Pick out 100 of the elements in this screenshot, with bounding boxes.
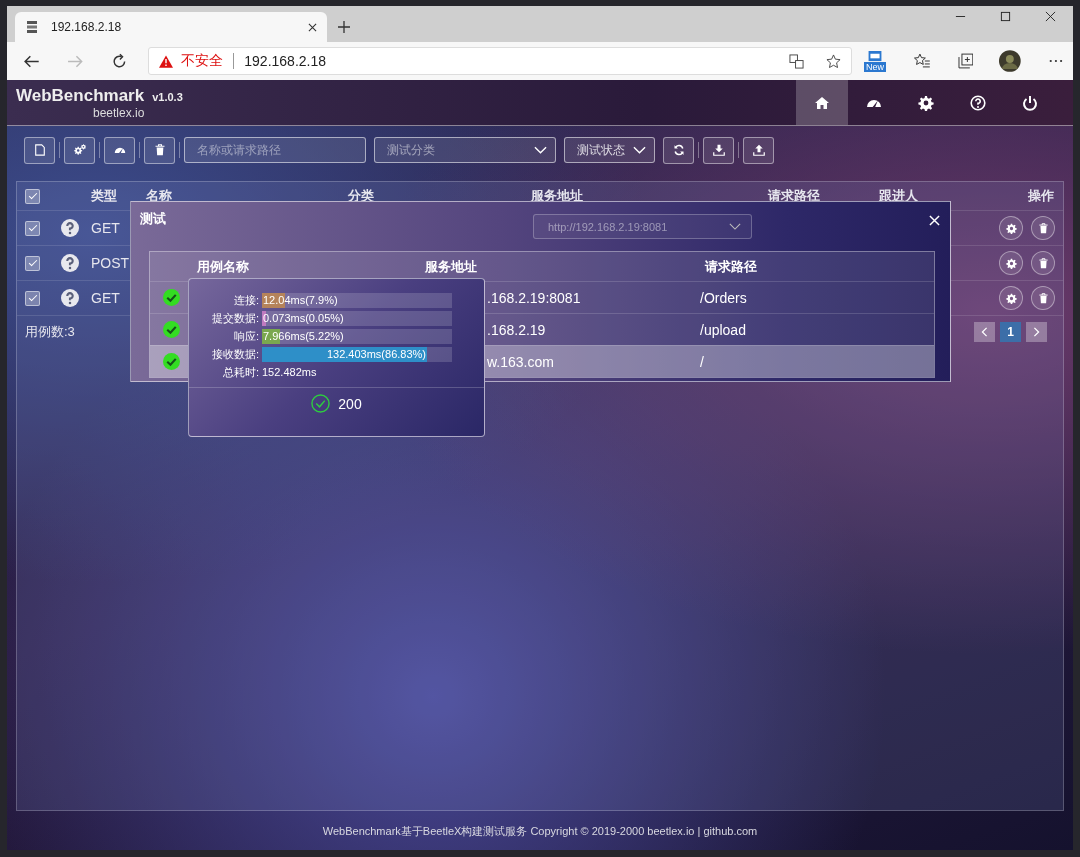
new-tab-icon[interactable] (337, 20, 351, 34)
column-header: 请求路径 (768, 188, 820, 203)
next-page-button[interactable] (1026, 322, 1047, 342)
refresh-button[interactable] (663, 136, 694, 164)
home-nav-button[interactable] (796, 80, 848, 125)
chevron-down-icon (729, 223, 741, 230)
select-all-checkbox[interactable] (25, 188, 40, 204)
column-header: 请求路径 (705, 257, 757, 276)
chevron-down-icon (534, 146, 547, 154)
chevron-right-icon (1033, 327, 1040, 337)
help-icon (61, 219, 79, 237)
trash-icon (1037, 222, 1049, 234)
status-select[interactable]: 测试状态 (564, 137, 655, 163)
search-field[interactable]: 名称或请求路径 (184, 137, 366, 163)
column-header: 类型 (91, 188, 117, 203)
help-icon (61, 289, 79, 307)
phase-value: 12.04ms(7.9%) (263, 293, 338, 306)
settings-icon (1005, 222, 1017, 234)
method-cell: GET (91, 290, 120, 306)
delete-button[interactable] (1031, 251, 1055, 275)
previous-page-button[interactable] (974, 322, 995, 342)
tab-title: 192.168.2.18 (51, 20, 123, 34)
close-icon[interactable] (308, 22, 317, 32)
row-checkbox[interactable] (25, 255, 40, 271)
trash-icon (1037, 257, 1049, 269)
row-checkbox[interactable] (25, 290, 40, 306)
app-subtitle: beetlex.io (93, 106, 146, 120)
dialog-title: 测试 (140, 210, 166, 228)
case-count: 用例数:3 (25, 323, 75, 341)
browser-tab[interactable]: 192.168.2.18 (15, 12, 327, 42)
maximize-icon[interactable] (1000, 11, 1011, 22)
phase-value: 0.073ms(0.05%) (263, 311, 344, 324)
path-cell: /upload (700, 321, 746, 338)
delete-button[interactable] (1031, 286, 1055, 310)
settings-button[interactable] (999, 251, 1023, 275)
warning-icon (159, 54, 174, 68)
url-text: 192.168.2.18 (244, 53, 327, 69)
help-icon (970, 94, 986, 111)
path-cell: /Orders (700, 289, 747, 306)
url-cell: .168.2.19 (487, 321, 546, 338)
column-header: 用例名称 (197, 258, 249, 274)
total-value: 152.482ms (262, 366, 317, 378)
delete-button[interactable] (144, 136, 175, 164)
settings-button[interactable] (999, 216, 1023, 240)
home-icon (814, 94, 830, 111)
gears-icon (73, 144, 86, 156)
column-header: 服务地址 (425, 258, 477, 274)
favorites-icon[interactable] (913, 53, 930, 69)
status-code: 200 (338, 395, 362, 412)
close-icon[interactable] (1045, 11, 1056, 22)
settings-icon (1005, 257, 1017, 269)
download-button[interactable] (703, 136, 734, 164)
version-label: v1.0.3 (152, 91, 183, 103)
gears-button[interactable] (64, 136, 95, 164)
app-title: WebBenchmark (16, 86, 145, 106)
phase-label: 连接: (232, 292, 259, 308)
total-label: 总耗时: (221, 364, 259, 380)
delete-button[interactable] (1031, 216, 1055, 240)
chevron-down-icon (633, 146, 646, 154)
avatar[interactable] (999, 50, 1022, 72)
help-icon (61, 254, 79, 272)
column-header: 名称 (146, 188, 172, 203)
security-label: 不安全 (181, 52, 224, 70)
footer-text: WebBenchmark基于BeetleX构建测试服务 Copyright © 2019-2000 beetlex.io | github.com (322, 823, 758, 839)
gauge-button[interactable] (104, 136, 135, 164)
download-icon (712, 144, 725, 156)
upload-icon (752, 144, 765, 156)
phase-label: 响应: (232, 328, 259, 344)
document-icon (33, 144, 46, 156)
phase-value: 132.403ms(86.83%) (326, 347, 426, 360)
address-bar[interactable]: 不安全 192.168.2.18 (148, 47, 852, 75)
row-checkbox[interactable] (25, 220, 40, 236)
power-icon (1022, 94, 1038, 111)
settings-icon (1005, 292, 1017, 304)
chevron-left-icon (981, 327, 988, 337)
trash-icon (1037, 292, 1049, 304)
phase-value: 7.966ms(5.22%) (263, 329, 344, 342)
url-cell: .168.2.19:8081 (487, 289, 581, 306)
column-header: 操作 (1028, 188, 1054, 203)
more-icon[interactable] (1049, 59, 1063, 63)
phase-label: 接收数据: (210, 346, 259, 362)
method-cell: POST (91, 255, 130, 271)
translate-icon[interactable] (788, 53, 804, 69)
new-badge: New (863, 61, 886, 72)
refresh-icon (672, 144, 685, 156)
settings-button[interactable] (999, 286, 1023, 310)
extension-button[interactable]: New (863, 50, 886, 72)
settings-icon (918, 94, 934, 111)
phase-label: 提交数据: (210, 310, 259, 326)
server-icon (25, 20, 39, 34)
category-select[interactable]: 测试分类 (374, 137, 556, 163)
trash-icon (153, 144, 166, 156)
url-cell: w.163.com (487, 353, 554, 370)
page-button[interactable]: 1 (1000, 322, 1021, 342)
reload-icon[interactable] (110, 52, 128, 70)
new-button[interactable] (24, 136, 55, 164)
method-cell: GET (91, 220, 120, 236)
collections-icon[interactable] (957, 53, 974, 69)
upload-button[interactable] (743, 136, 774, 164)
star-icon[interactable] (825, 53, 841, 69)
